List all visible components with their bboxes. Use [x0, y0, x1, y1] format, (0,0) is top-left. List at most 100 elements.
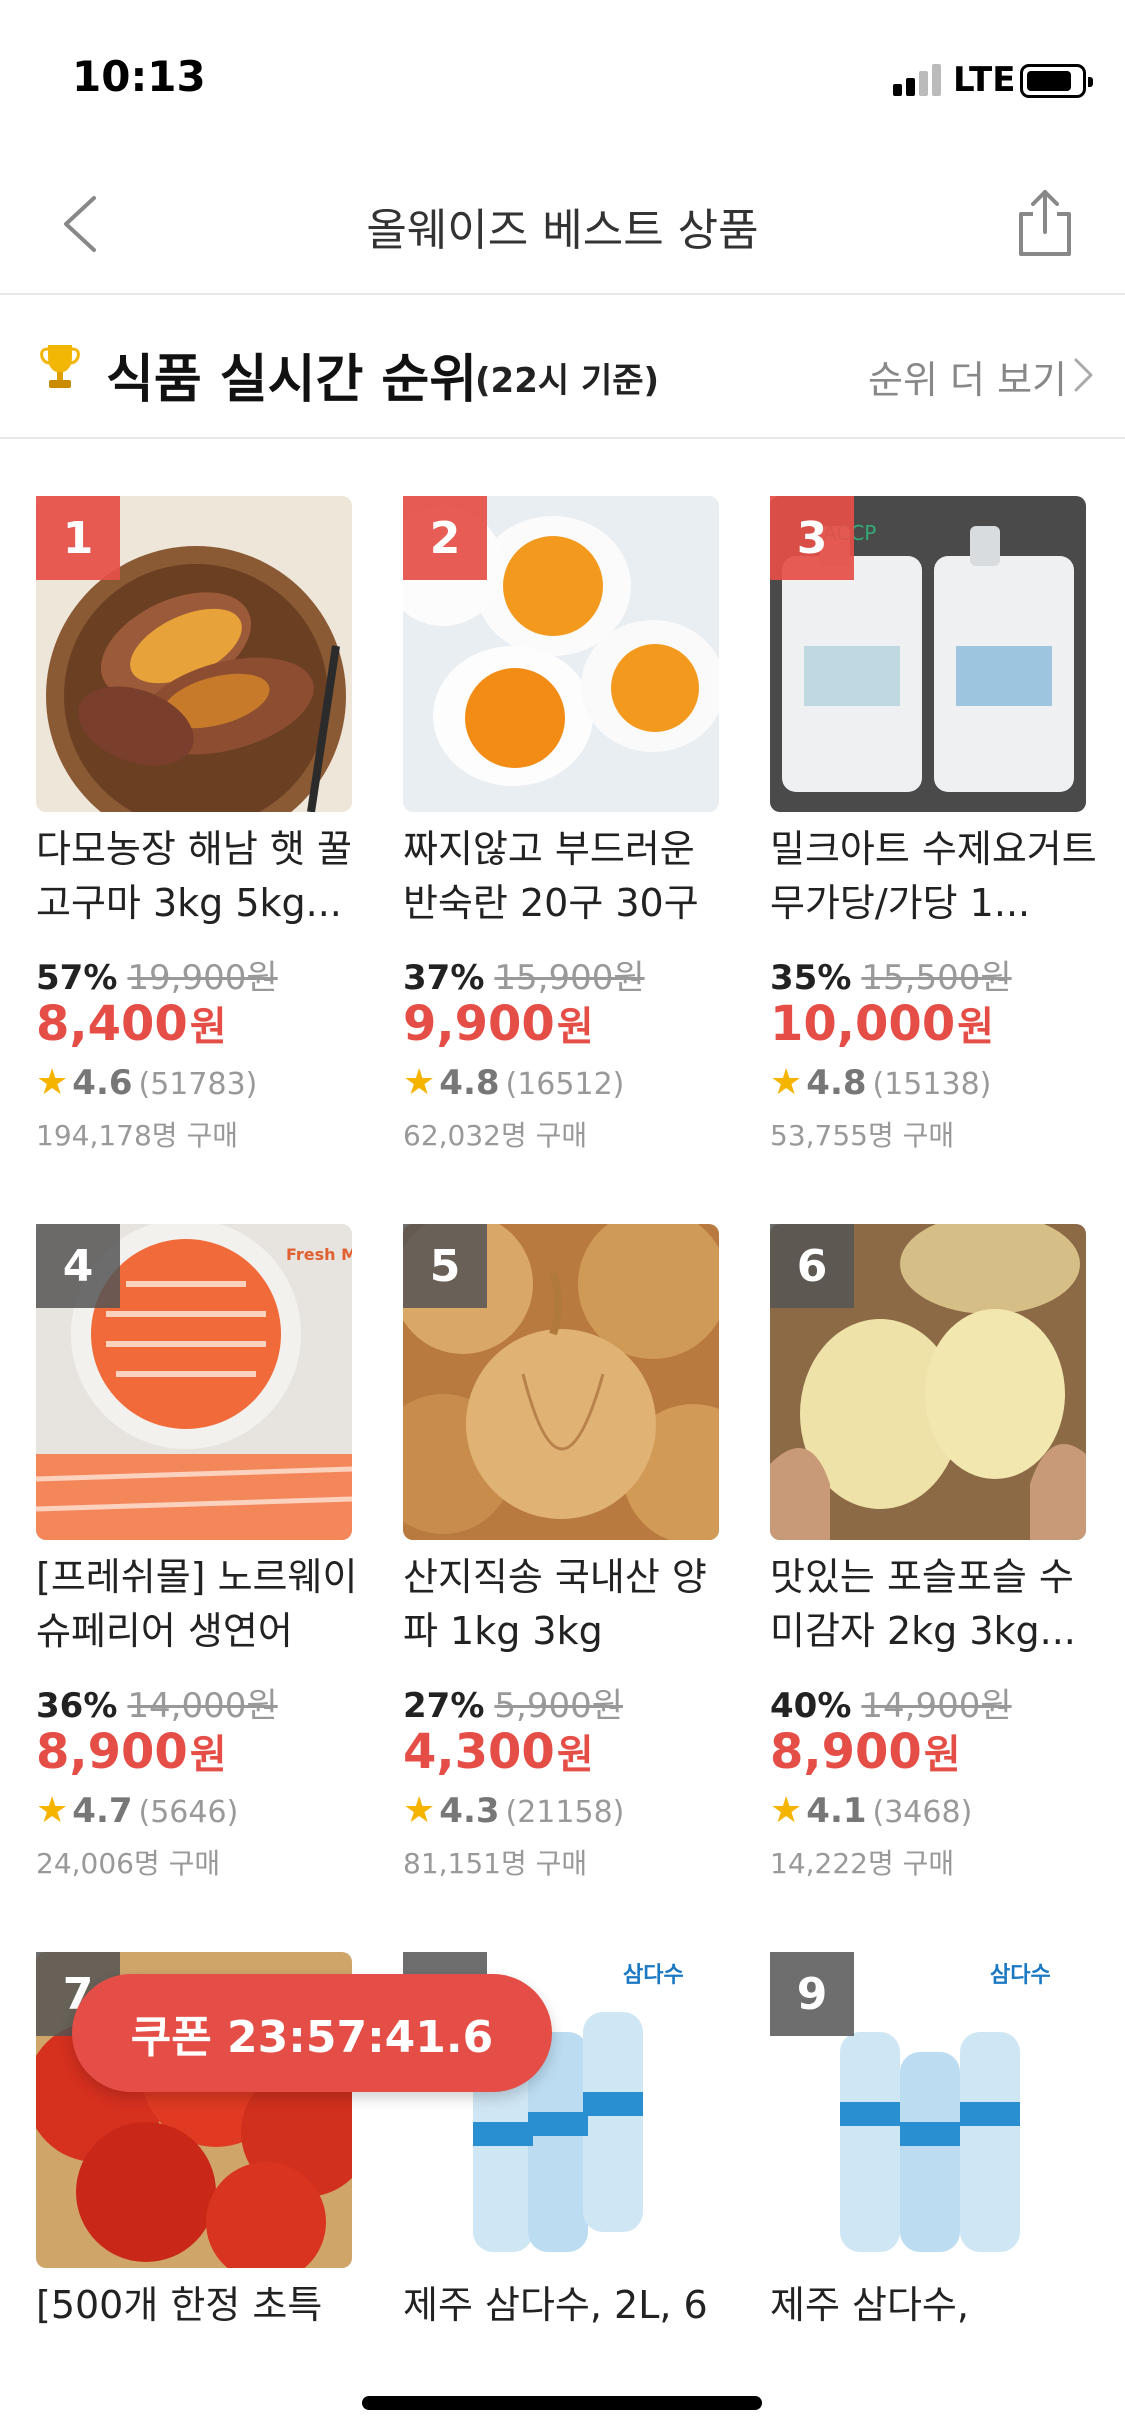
product-name[interactable]: 제주 삼다수, — [770, 2278, 1100, 2386]
sale-price-value: 4,300 — [403, 1724, 555, 1780]
price-row: 36% 14,000원 — [36, 1678, 278, 1727]
rank-badge: 2 — [403, 496, 487, 580]
product-card[interactable]: Fresh Mall 4 [프레쉬몰] 노르웨이 슈페리어 생연어 36%14,… — [36, 1224, 366, 1924]
original-price: 14,900원 — [861, 1686, 1012, 1726]
review-count: (21158) — [505, 1795, 625, 1830]
rank-badge: 3 — [770, 496, 854, 580]
sale-price: 10,000원 — [770, 994, 994, 1052]
star-icon: ★ — [770, 1062, 803, 1103]
star-icon: ★ — [403, 1062, 436, 1103]
discount-rate: 35% — [770, 958, 852, 998]
currency-unit: 원 — [189, 1004, 227, 1050]
discount-rate: 37% — [403, 958, 485, 998]
discount-rate: 27% — [403, 1686, 485, 1726]
rating-score: 4.8 — [806, 1063, 867, 1103]
sale-price: 8,900원 — [36, 1722, 227, 1780]
rating-row: ★ 4.6 (51783) — [36, 1062, 257, 1103]
rating-row: ★ 4.1 (3468) — [770, 1790, 972, 1831]
product-name[interactable]: 짜지않고 부드러운 반숙란 20구 30구 — [403, 822, 733, 930]
network-label: LTE — [953, 60, 1016, 100]
ranking-subtitle: (22시 기준) — [475, 361, 660, 401]
buyer-count: 14,222명 구매 — [770, 1847, 955, 1880]
product-card[interactable]: 5 산지직송 국내산 양파 1kg 3kg 27% 5,900원 4,300원 ★… — [403, 1224, 733, 1924]
samdasoo-logo: 삼다수 — [990, 1963, 1051, 1988]
star-icon: ★ — [403, 1790, 436, 1831]
discount-rate: 57% — [36, 958, 118, 998]
review-count: (15138) — [872, 1067, 992, 1102]
ranking-header: 식품 실시간 순위 (22시 기준) 순위 더 보기 — [0, 297, 1125, 439]
product-name[interactable]: 제주 삼다수, 2L, 6 — [403, 2278, 733, 2386]
status-bar: 10:13 LTE — [0, 0, 1125, 150]
ranking-title: 식품 실시간 순위 — [106, 350, 478, 410]
trophy-icon — [40, 345, 80, 388]
review-count: (51783) — [138, 1067, 258, 1102]
page-title: 올웨이즈 베스트 상품 — [366, 205, 759, 256]
chevron-right-icon[interactable] — [1073, 357, 1095, 393]
currency-unit: 원 — [556, 1732, 594, 1778]
buyer-count: 194,178명 구매 — [36, 1119, 238, 1152]
rank-badge: 4 — [36, 1224, 120, 1308]
sale-price-value: 10,000 — [770, 996, 956, 1052]
sale-price-value: 9,900 — [403, 996, 555, 1052]
nav-bar: 올웨이즈 베스트 상품 — [0, 150, 1125, 295]
discount-rate: 40% — [770, 1686, 852, 1726]
discount-rate: 36% — [36, 1686, 118, 1726]
rating-score: 4.8 — [439, 1063, 500, 1103]
original-price: 15,900원 — [494, 958, 645, 998]
rank-badge: 9 — [770, 1952, 854, 2036]
price-row: 37% 15,900원 — [403, 950, 645, 999]
original-price: 5,900원 — [494, 1686, 624, 1726]
star-icon: ★ — [770, 1790, 803, 1831]
price-row: 35% 15,500원 — [770, 950, 1012, 999]
currency-unit: 원 — [556, 1004, 594, 1050]
rating-row: ★ 4.8 (15138) — [770, 1062, 991, 1103]
price-row: 57% 19,900원 — [36, 950, 278, 999]
star-icon: ★ — [36, 1062, 69, 1103]
product-card[interactable]: HACCP 3 밀크아트 수제요거트 무가당/가당 1... 35%15,500… — [770, 496, 1100, 1196]
currency-unit: 원 — [957, 1004, 995, 1050]
product-name[interactable]: [프레쉬몰] 노르웨이 슈페리어 생연어 — [36, 1550, 366, 1658]
sale-price: 8,900원 — [770, 1722, 961, 1780]
star-icon: ★ — [36, 1790, 69, 1831]
battery-icon — [1020, 64, 1093, 98]
share-icon[interactable] — [1015, 188, 1075, 258]
fresh-mall-logo: Fresh Mall — [286, 1245, 352, 1264]
sale-price: 4,300원 — [403, 1722, 594, 1780]
product-name[interactable]: 다모농장 해남 햇 꿀고구마 3kg 5kg... — [36, 822, 366, 930]
product-card[interactable]: 2 짜지않고 부드러운 반숙란 20구 30구 37% 15,900원 9,900… — [403, 496, 733, 1196]
rating-score: 4.1 — [806, 1791, 867, 1831]
rank-badge: 1 — [36, 496, 120, 580]
currency-unit: 원 — [189, 1732, 227, 1778]
buyer-count: 62,032명 구매 — [403, 1119, 588, 1152]
rank-badge: 6 — [770, 1224, 854, 1308]
rating-score: 4.7 — [72, 1791, 133, 1831]
signal-icon — [893, 62, 943, 96]
more-ranking-link[interactable]: 순위 더 보기 — [868, 349, 1067, 404]
product-name[interactable]: 산지직송 국내산 양파 1kg 3kg — [403, 1550, 733, 1658]
price-row: 40% 14,900원 — [770, 1678, 1012, 1727]
review-count: (5646) — [138, 1795, 239, 1830]
rating-row: ★ 4.8 (16512) — [403, 1062, 624, 1103]
sale-price: 9,900원 — [403, 994, 594, 1052]
status-time: 10:13 — [72, 52, 206, 101]
product-card[interactable]: 6 맛있는 포슬포슬 수미감자 2kg 3kg... 40% 14,900원 8,… — [770, 1224, 1100, 1924]
rating-row: ★ 4.7 (5646) — [36, 1790, 238, 1831]
original-price: 19,900원 — [127, 958, 278, 998]
price-row: 27% 5,900원 — [403, 1678, 623, 1727]
rating-score: 4.3 — [439, 1791, 500, 1831]
coupon-timer-button[interactable]: 쿠폰 23:57:41.6 — [72, 1974, 552, 2092]
home-indicator[interactable] — [362, 2396, 762, 2410]
product-card[interactable]: 1 다모농장 해남 햇 꿀고구마 3kg 5kg... 57% 19,900원 8… — [36, 496, 366, 1196]
product-name[interactable]: 맛있는 포슬포슬 수미감자 2kg 3kg... — [770, 1550, 1100, 1658]
sale-price-value: 8,900 — [36, 1724, 188, 1780]
buyer-count: 24,006명 구매 — [36, 1847, 221, 1880]
product-name[interactable]: 밀크아트 수제요거트 무가당/가당 1... — [770, 822, 1100, 930]
samdasoo-logo: 삼다수 — [623, 1963, 684, 1988]
rating-row: ★ 4.3 (21158) — [403, 1790, 624, 1831]
buyer-count: 53,755명 구매 — [770, 1119, 955, 1152]
original-price: 14,000원 — [127, 1686, 278, 1726]
product-name[interactable]: [500개 한정 초특 — [36, 2278, 366, 2386]
rank-badge: 5 — [403, 1224, 487, 1308]
product-card[interactable]: 삼다수 9 제주 삼다수, — [770, 1952, 1100, 2372]
sale-price-value: 8,900 — [770, 1724, 922, 1780]
